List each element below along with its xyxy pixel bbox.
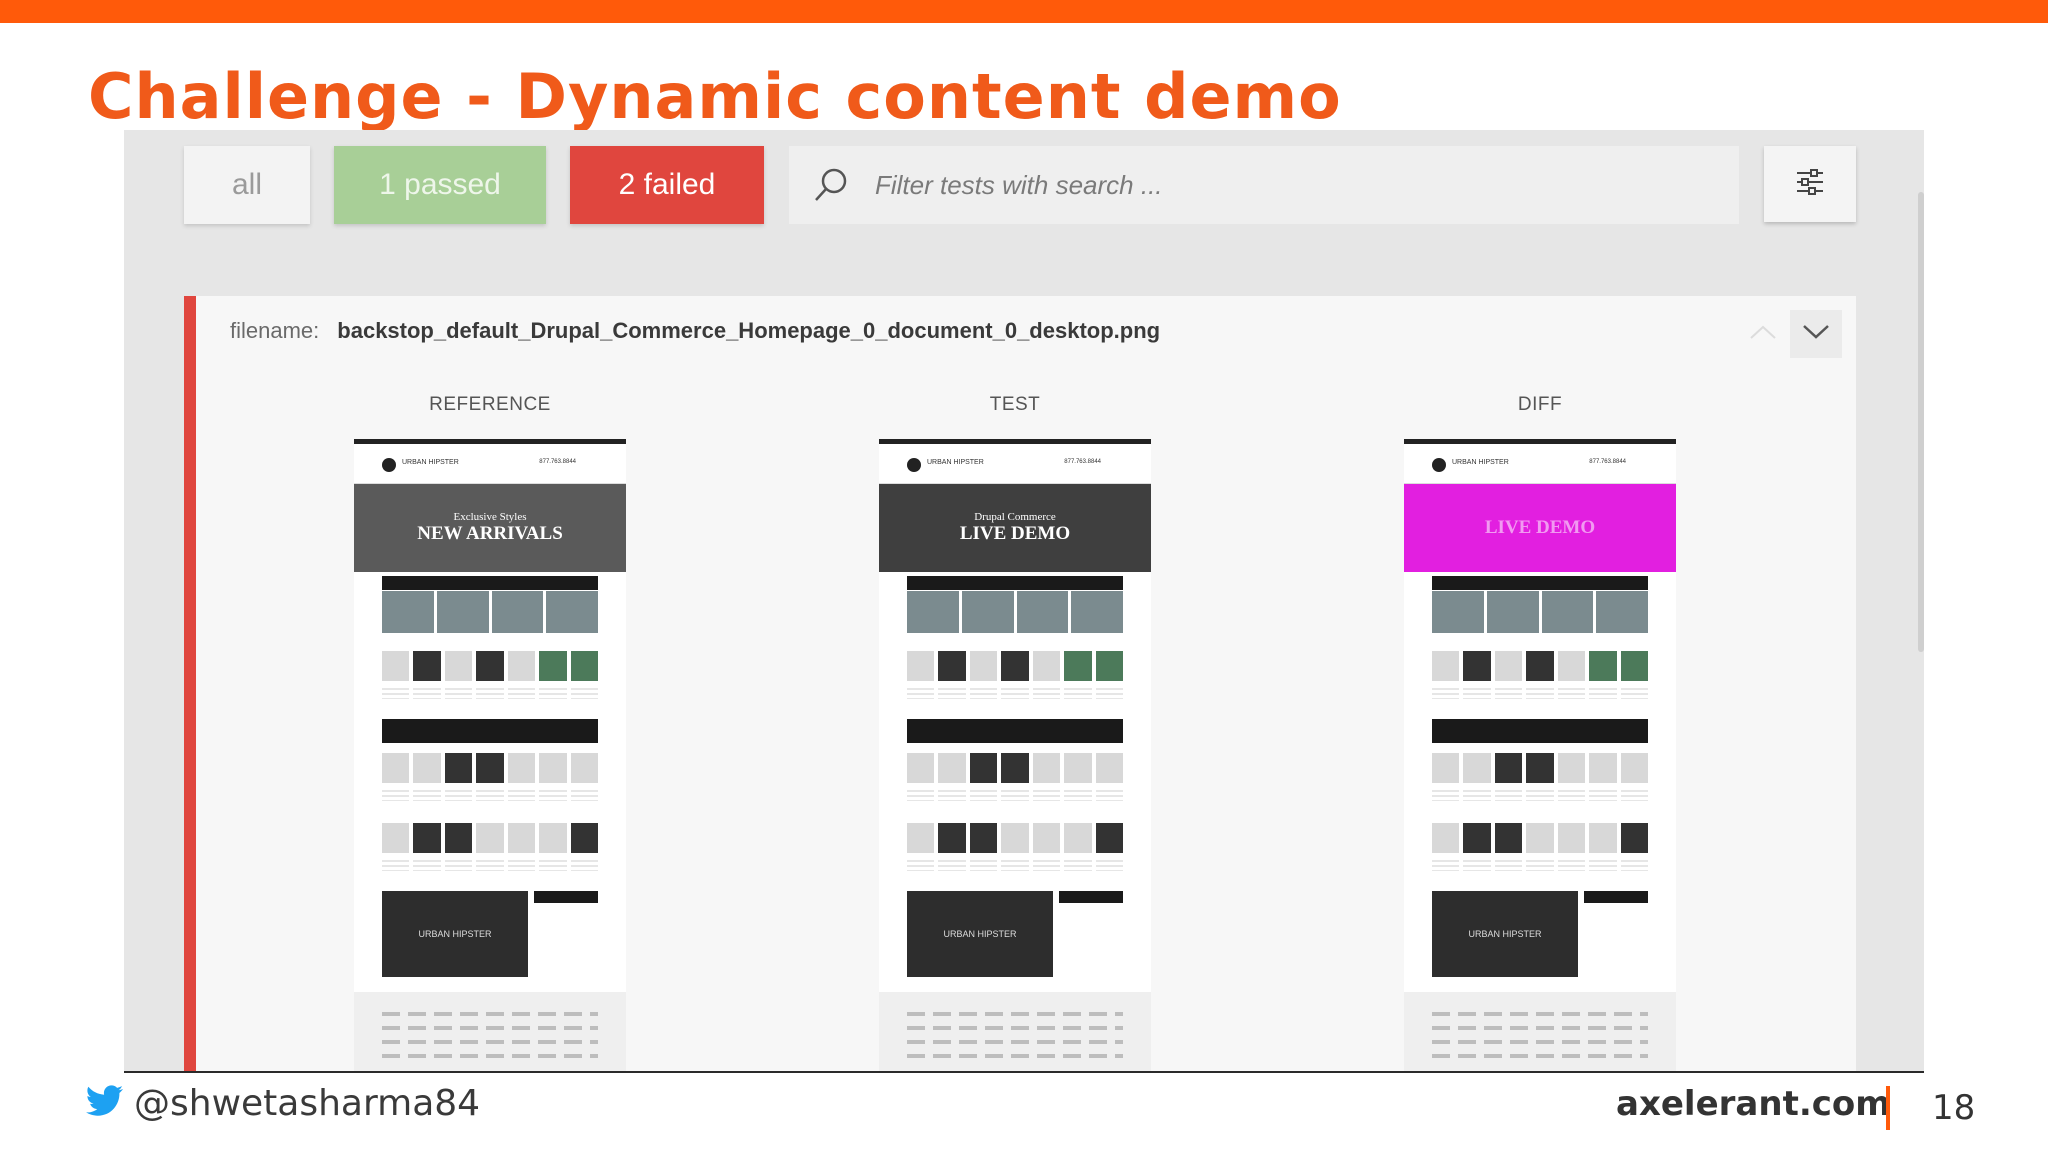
thumb-customer-service [1584, 891, 1648, 977]
failed-status-stripe [184, 296, 196, 1072]
thumb-product-row [1432, 753, 1648, 783]
test-image[interactable]: URBAN HIPSTER 877.763.8844 Drupal Commer… [879, 439, 1151, 1072]
diff-image[interactable]: URBAN HIPSTER 877.763.8844 LIVE DEMO URB… [1404, 439, 1676, 1072]
backstop-report-screenshot: all 1 passed 2 failed Filter tests with … [124, 130, 1924, 1072]
thumb-newsletter-bar [1432, 719, 1648, 743]
hero-title: LIVE DEMO [959, 523, 1071, 544]
thumb-flash-sale-bar [382, 576, 598, 590]
thumb-product-row [907, 651, 1123, 681]
filename-value: backstop_default_Drupal_Commerce_Homepag… [337, 318, 1161, 343]
screenshot-bottom-border [124, 1071, 1924, 1073]
thumb-price-row [907, 787, 1123, 801]
filename-row: filename: backstop_default_Drupal_Commer… [230, 318, 1160, 344]
thumb-header: URBAN HIPSTER 877.763.8844 [1404, 444, 1676, 474]
thumb-product-row [1432, 823, 1648, 853]
hero-title: LIVE DEMO [1484, 517, 1596, 538]
thumb-newsletter-bar [382, 719, 598, 743]
thumb-flash-sale-bar [1432, 576, 1648, 590]
thumb-phone: 877.763.8844 [539, 459, 576, 465]
thumb-hero: Drupal Commerce LIVE DEMO [879, 484, 1151, 572]
thumb-price-row [1432, 787, 1648, 801]
twitter-icon [86, 1085, 124, 1122]
twitter-handle: @shwetasharma84 [134, 1083, 481, 1124]
thumb-customer-service [534, 891, 598, 977]
sliders-icon [1793, 165, 1827, 204]
thumb-footer [1404, 992, 1676, 1072]
hero-subtitle: Exclusive Styles [453, 511, 527, 523]
thumb-product-row [382, 823, 598, 853]
thumb-promo: URBAN HIPSTER [1432, 891, 1578, 977]
reference-image[interactable]: URBAN HIPSTER 877.763.8844 Exclusive Sty… [354, 439, 626, 1072]
twitter-credit: @shwetasharma84 [86, 1083, 480, 1124]
filename-label: filename: [230, 318, 320, 343]
thumb-price-row [382, 685, 598, 699]
thumb-logo-icon [907, 458, 921, 472]
hero-title: NEW ARRIVALS [417, 523, 563, 544]
thumb-product-row [382, 651, 598, 681]
thumb-product-row [907, 823, 1123, 853]
thumb-footer [879, 992, 1151, 1072]
thumb-phone: 877.763.8844 [1589, 459, 1626, 465]
thumb-promo: URBAN HIPSTER [382, 891, 528, 977]
chevron-up-icon [1748, 322, 1778, 347]
thumb-phone: 877.763.8844 [1064, 459, 1101, 465]
filter-all-button[interactable]: all [184, 146, 310, 224]
thumb-logo-icon [382, 458, 396, 472]
search-input[interactable]: Filter tests with search ... [789, 146, 1739, 224]
chevron-down-icon [1801, 322, 1831, 347]
previous-button[interactable] [1738, 310, 1788, 358]
thumb-nav [1404, 474, 1676, 484]
thumb-header: URBAN HIPSTER 877.763.8844 [879, 444, 1151, 474]
thumb-hero: Exclusive Styles NEW ARRIVALS [354, 484, 626, 572]
thumb-product-row [382, 753, 598, 783]
thumb-product-row [1432, 651, 1648, 681]
thumb-price-row [382, 857, 598, 871]
thumb-price-row [1432, 685, 1648, 699]
thumb-nav [879, 474, 1151, 484]
thumb-footer [354, 992, 626, 1072]
search-icon [811, 165, 851, 205]
thumb-flash-tiles [907, 591, 1123, 633]
top-accent-bar [0, 0, 2048, 23]
thumb-hero-diff-highlight: LIVE DEMO [1404, 484, 1676, 572]
thumb-logo-text: URBAN HIPSTER [927, 459, 984, 466]
thumb-newsletter-bar [907, 719, 1123, 743]
thumb-header: URBAN HIPSTER 877.763.8844 [354, 444, 626, 474]
footer-divider [1886, 1086, 1890, 1130]
settings-button[interactable] [1764, 146, 1856, 222]
thumb-price-row [907, 685, 1123, 699]
thumb-flash-tiles [1432, 591, 1648, 633]
thumb-customer-service [1059, 891, 1123, 977]
report-scrollbar[interactable] [1918, 192, 1924, 652]
reference-column-label: REFERENCE [429, 394, 551, 415]
thumb-price-row [1432, 857, 1648, 871]
slide-title: Challenge - Dynamic content demo [88, 60, 1342, 133]
hero-subtitle: Drupal Commerce [974, 511, 1056, 523]
search-placeholder: Filter tests with search ... [875, 169, 1163, 200]
thumb-price-row [907, 857, 1123, 871]
site-url: axelerant.com [1616, 1084, 1891, 1124]
thumb-nav [354, 474, 626, 484]
filter-passed-button[interactable]: 1 passed [334, 146, 546, 224]
test-column-label: TEST [989, 394, 1041, 415]
thumb-logo-text: URBAN HIPSTER [1452, 459, 1509, 466]
thumb-logo-icon [1432, 458, 1446, 472]
thumb-price-row [382, 787, 598, 801]
page-number: 18 [1932, 1088, 1976, 1128]
thumb-flash-tiles [382, 591, 598, 633]
thumb-product-row [907, 753, 1123, 783]
thumb-promo: URBAN HIPSTER [907, 891, 1053, 977]
filter-failed-button[interactable]: 2 failed [570, 146, 764, 224]
thumb-logo-text: URBAN HIPSTER [402, 459, 459, 466]
thumb-flash-sale-bar [907, 576, 1123, 590]
diff-column-label: DIFF [1517, 394, 1563, 415]
test-result-card: filename: backstop_default_Drupal_Commer… [184, 296, 1856, 1072]
next-button[interactable] [1790, 310, 1842, 358]
